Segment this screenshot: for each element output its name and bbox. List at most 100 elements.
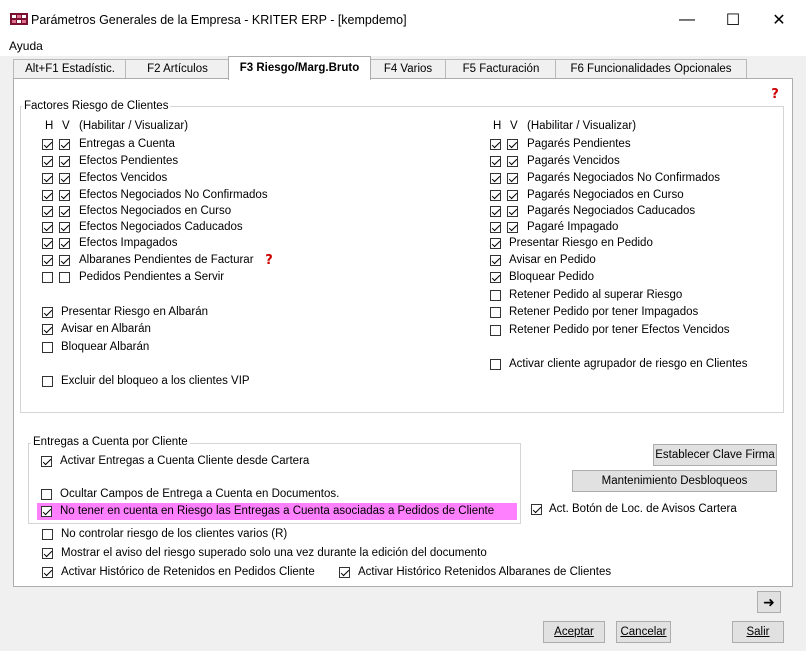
pagare-factor-label: Pagarés Negociados en Curso	[527, 189, 684, 201]
visualizar-checkbox-right[interactable]	[507, 139, 518, 150]
tab-label: F4 Varios	[383, 63, 433, 75]
habilitar-checkbox[interactable]	[42, 222, 53, 233]
visualizar-checkbox[interactable]	[59, 272, 70, 283]
habilitar-checkbox[interactable]	[42, 255, 53, 266]
right-option-checkbox[interactable]	[490, 272, 501, 283]
left-option-checkbox[interactable]	[42, 376, 53, 387]
entregas-title: Entregas a Cuenta por Cliente	[31, 436, 190, 448]
bottom-option-label: Activar Histórico de Retenidos en Pedido…	[61, 566, 315, 578]
menu-bar	[0, 36, 806, 56]
tab-label: F6 Funcionalidades Opcionales	[570, 63, 732, 75]
help-icon[interactable]: ?	[768, 86, 782, 100]
entregas-option-checkbox[interactable]	[41, 489, 52, 500]
tab-articulos[interactable]: F2 Artículos	[125, 59, 230, 79]
accept-button[interactable]: Aceptar	[543, 621, 605, 643]
visualizar-checkbox-right[interactable]	[507, 173, 518, 184]
right-option-checkbox[interactable]	[490, 307, 501, 318]
visualizar-checkbox[interactable]	[59, 222, 70, 233]
cancel-button[interactable]: Cancelar	[616, 621, 671, 643]
tab-funcionalidades[interactable]: F6 Funcionalidades Opcionales	[555, 59, 747, 79]
habilitar-checkbox-right[interactable]	[490, 190, 501, 201]
tab-varios[interactable]: F4 Varios	[369, 59, 447, 79]
close-icon: ✕	[772, 12, 786, 29]
habilitar-checkbox-right[interactable]	[490, 206, 501, 217]
header-h-right: H	[493, 120, 502, 132]
right-option-checkbox[interactable]	[490, 238, 501, 249]
visualizar-checkbox[interactable]	[59, 173, 70, 184]
left-option-label: Avisar en Albarán	[61, 323, 151, 335]
habilitar-checkbox-right[interactable]	[490, 156, 501, 167]
bottom-option-checkbox[interactable]	[42, 529, 53, 540]
right-option-label: Retener Pedido al superar Riesgo	[509, 289, 683, 301]
left-option-checkbox[interactable]	[42, 307, 53, 318]
alerts-button-label: Act. Botón de Loc. de Avisos Cartera	[549, 503, 737, 515]
bottom-option-label: Mostrar el aviso del riesgo superado sol…	[61, 547, 487, 559]
left-option-label: Excluir del bloqueo a los clientes VIP	[61, 375, 250, 387]
left-option-checkbox[interactable]	[42, 324, 53, 335]
right-option-label: Bloquear Pedido	[509, 271, 595, 283]
header-h: H	[45, 120, 54, 132]
habilitar-checkbox-right[interactable]	[490, 173, 501, 184]
right-option-label: Presentar Riesgo en Pedido	[509, 237, 653, 249]
entregas-option-label: Activar Entregas a Cuenta Cliente desde …	[60, 455, 310, 467]
visualizar-checkbox[interactable]	[59, 156, 70, 167]
visualizar-checkbox[interactable]	[59, 255, 70, 266]
visualizar-checkbox-right[interactable]	[507, 156, 518, 167]
pagare-factor-label: Pagarés Negociados No Confirmados	[527, 172, 721, 184]
tab-estadisticas[interactable]: Alt+F1 Estadístic.	[13, 59, 127, 79]
right-option-checkbox[interactable]	[490, 325, 501, 336]
risk-factor-label: Pedidos Pendientes a Servir	[79, 271, 225, 283]
minimize-button[interactable]: —	[664, 6, 710, 34]
visualizar-checkbox[interactable]	[59, 139, 70, 150]
tab-label: F2 Artículos	[147, 63, 208, 75]
left-option-label: Presentar Riesgo en Albarán	[61, 306, 209, 318]
next-button[interactable]: ➜	[757, 591, 781, 613]
alerts-button-checkbox[interactable]	[531, 504, 542, 515]
habilitar-checkbox[interactable]	[42, 238, 53, 249]
unlock-maintenance-button[interactable]: Mantenimiento Desbloqueos	[572, 470, 777, 492]
tab-riesgo[interactable]: F3 Riesgo/Marg.Bruto	[228, 56, 371, 80]
visualizar-checkbox[interactable]	[59, 190, 70, 201]
habilitar-checkbox[interactable]	[42, 139, 53, 150]
close-button[interactable]: ✕	[756, 6, 802, 34]
habilitar-checkbox[interactable]	[42, 190, 53, 201]
visualizar-checkbox[interactable]	[59, 238, 70, 249]
window-title: Parámetros Generales de la Empresa - KRI…	[31, 13, 407, 27]
visualizar-checkbox-right[interactable]	[507, 190, 518, 201]
entregas-option-checkbox[interactable]	[41, 506, 52, 517]
albaranes-help-icon[interactable]: ?	[262, 252, 276, 266]
left-option-checkbox[interactable]	[42, 342, 53, 353]
bottom-option-checkbox[interactable]	[339, 567, 350, 578]
habilitar-checkbox[interactable]	[42, 173, 53, 184]
exit-button[interactable]: Salir	[732, 621, 784, 643]
right-option-checkbox[interactable]	[490, 290, 501, 301]
maximize-icon: ☐	[725, 12, 741, 29]
svg-text:?: ?	[265, 253, 273, 266]
pagare-factor-label: Pagaré Impagado	[527, 221, 619, 233]
risk-factor-label: Entregas a Cuenta	[79, 138, 175, 150]
visualizar-checkbox-right[interactable]	[507, 222, 518, 233]
menu-help[interactable]: Ayuda	[9, 39, 43, 53]
right-option-label: Retener Pedido por tener Efectos Vencido…	[509, 324, 730, 336]
visualizar-checkbox[interactable]	[59, 206, 70, 217]
header-v-right: V	[510, 120, 518, 132]
entregas-option-label: No tener en cuenta en Riesgo las Entrega…	[60, 505, 495, 517]
entregas-option-checkbox[interactable]	[41, 456, 52, 467]
right-option-checkbox[interactable]	[490, 255, 501, 266]
maximize-button[interactable]: ☐	[710, 6, 756, 34]
bottom-option-checkbox[interactable]	[42, 567, 53, 578]
bottom-option-label: Activar Histórico Retenidos Albaranes de…	[358, 566, 612, 578]
bottom-option-checkbox[interactable]	[42, 548, 53, 559]
header-desc-right: (Habilitar / Visualizar)	[527, 120, 637, 132]
habilitar-checkbox[interactable]	[42, 156, 53, 167]
svg-text:?: ?	[771, 87, 779, 100]
set-signature-key-button[interactable]: Establecer Clave Firma	[653, 444, 777, 466]
tab-facturacion[interactable]: F5 Facturación	[445, 59, 557, 79]
habilitar-checkbox[interactable]	[42, 272, 53, 283]
entregas-option-label: Ocultar Campos de Entrega a Cuenta en Do…	[60, 488, 340, 500]
habilitar-checkbox-right[interactable]	[490, 222, 501, 233]
visualizar-checkbox-right[interactable]	[507, 206, 518, 217]
right-option-checkbox[interactable]	[490, 359, 501, 370]
habilitar-checkbox-right[interactable]	[490, 139, 501, 150]
habilitar-checkbox[interactable]	[42, 206, 53, 217]
